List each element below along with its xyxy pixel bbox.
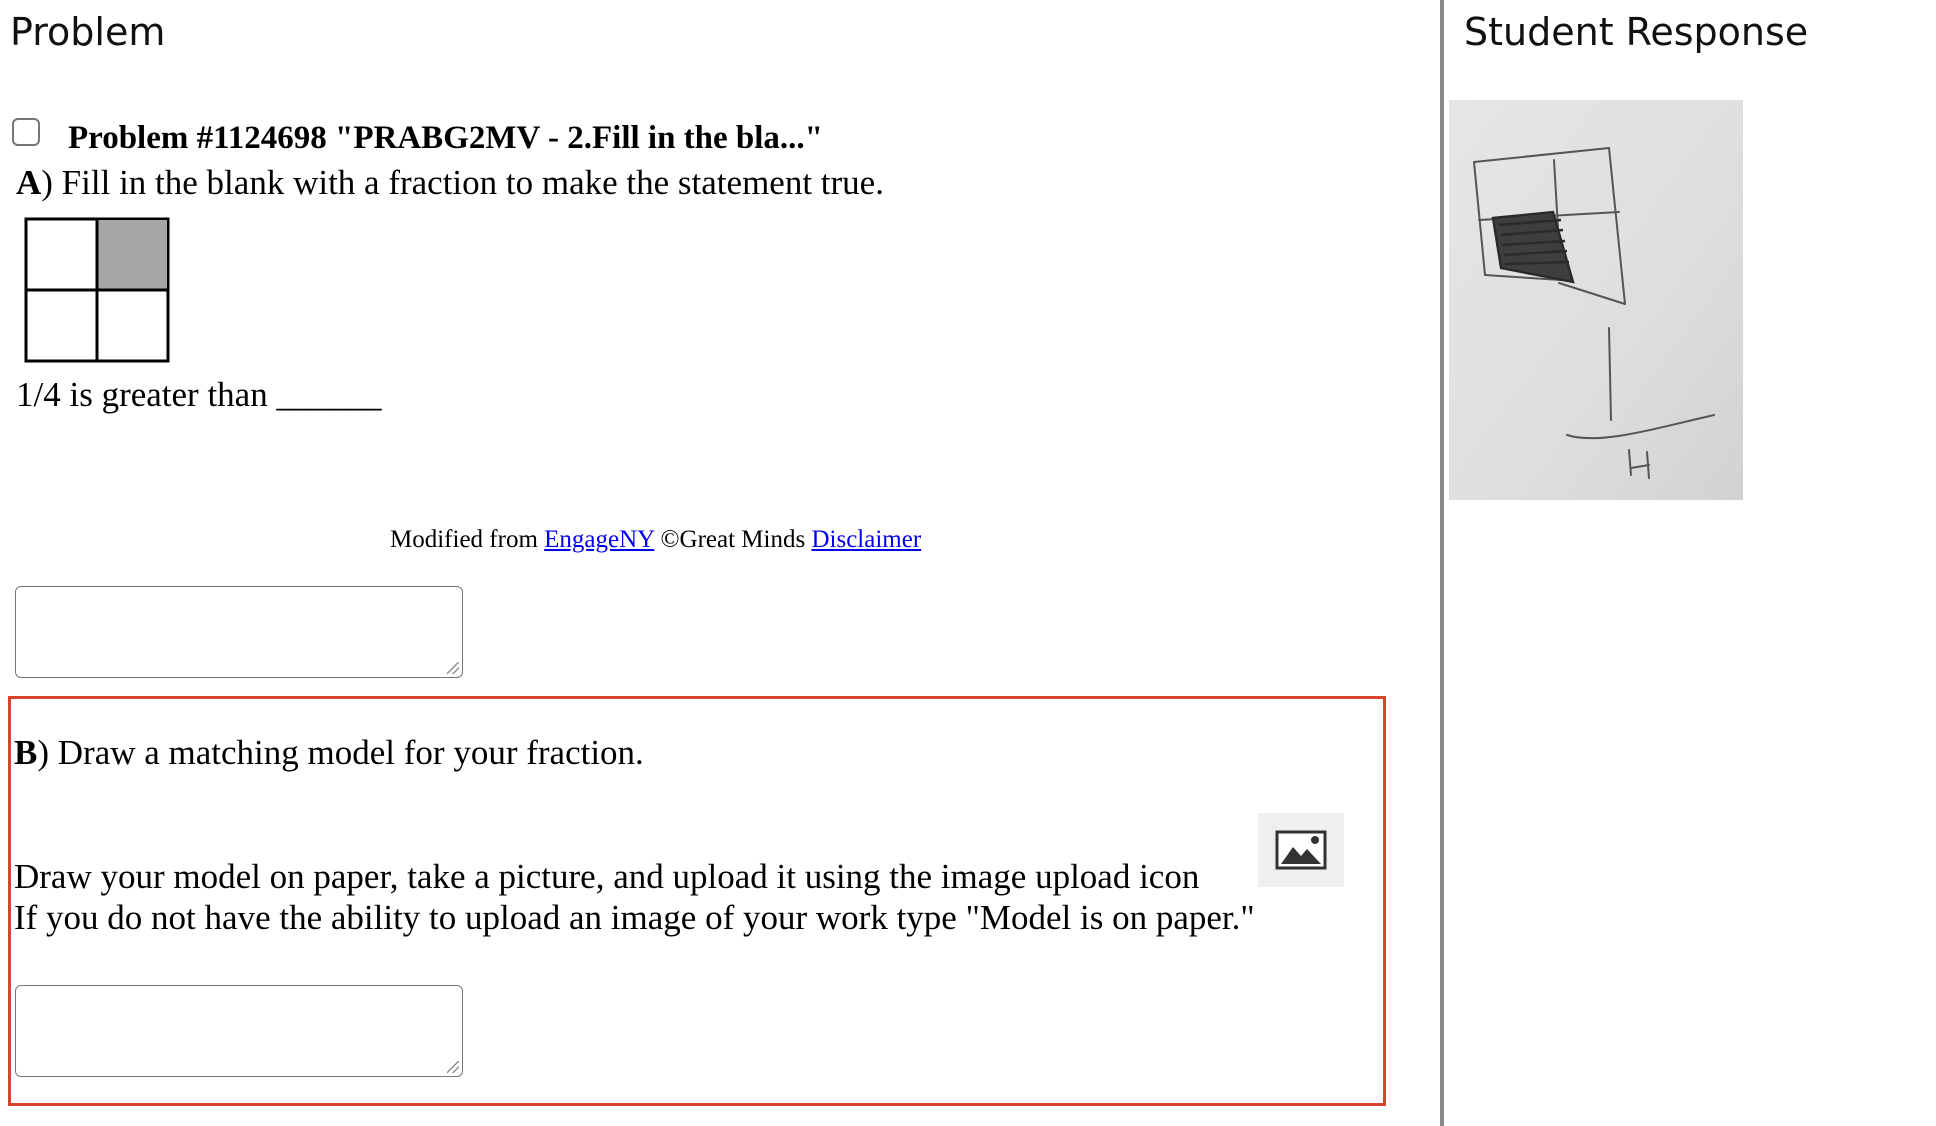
part-a-answer-input[interactable]: [15, 586, 463, 678]
attribution: Modified from EngageNY ©Great Minds Disc…: [390, 526, 921, 554]
disclaimer-link[interactable]: Disclaimer: [811, 526, 921, 553]
part-b-label: B: [14, 733, 38, 772]
part-b-text: ) Draw a matching model for your fractio…: [37, 733, 644, 772]
problem-checkbox[interactable]: [12, 118, 40, 146]
part-b-answer-input[interactable]: [15, 985, 463, 1077]
attribution-prefix: Modified from: [390, 526, 538, 553]
problem-title: Problem #1124698 "PRABG2MV - 2.Fill in t…: [68, 120, 824, 156]
image-icon-glyph: [1275, 830, 1327, 870]
part-a-text: ) Fill in the blank with a fraction to m…: [41, 163, 884, 202]
part-a-prompt: A) Fill in the blank with a fraction to …: [16, 163, 884, 203]
attribution-copyright: ©Great Minds: [660, 526, 806, 553]
problem-panel-title: Problem: [10, 10, 166, 54]
image-upload-icon[interactable]: [1258, 813, 1344, 887]
student-response-title: Student Response: [1464, 10, 1809, 54]
part-b-prompt: B) Draw a matching model for your fracti…: [14, 733, 644, 773]
engageny-link[interactable]: EngageNY: [544, 526, 654, 553]
part-a-label: A: [16, 163, 42, 202]
student-drawing-photo[interactable]: [1449, 100, 1743, 500]
problem-panel: Problem Problem #1124698 "PRABG2MV - 2.F…: [0, 0, 1440, 1126]
part-a-statement: 1/4 is greater than ______: [16, 375, 382, 414]
part-b-instruction-2: If you do not have the ability to upload…: [14, 898, 1255, 937]
fraction-model-image: [24, 217, 170, 363]
fraction-model-shaded-part: [97, 220, 167, 290]
part-b-instruction-1: Draw your model on paper, take a picture…: [14, 857, 1200, 896]
